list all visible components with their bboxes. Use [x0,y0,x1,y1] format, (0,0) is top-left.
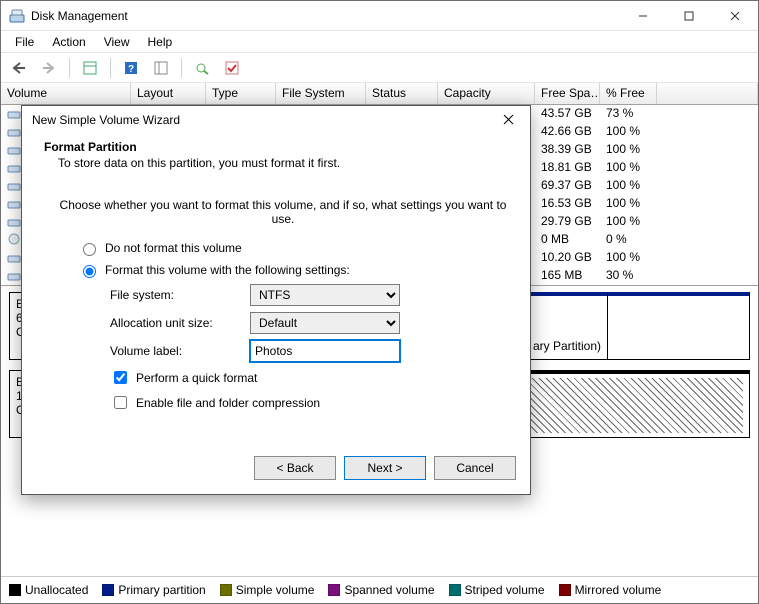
toolbar-help-icon[interactable]: ? [119,57,143,79]
legend-spanned: Spanned volume [328,583,434,597]
menu-view[interactable]: View [96,33,138,51]
window-title: Disk Management [31,9,620,23]
col-volume[interactable]: Volume [1,83,131,104]
back-button[interactable]: < Back [254,456,336,480]
quickformat-row[interactable]: Perform a quick format [110,368,508,387]
legend-swatch [559,584,571,596]
toolbar-separator [110,58,111,78]
radio-format-label: Format this volume with the following se… [105,263,350,277]
partition-status: ary Partition) [533,339,601,353]
svg-text:?: ? [128,64,134,75]
toolbar-layout-icon[interactable] [149,57,173,79]
radio-noformat[interactable]: Do not format this volume [78,240,508,256]
toolbar-separator [69,58,70,78]
legend-simple: Simple volume [220,583,315,597]
compression-label: Enable file and folder compression [136,396,320,410]
titlebar: Disk Management [1,1,758,31]
legend-swatch [102,584,114,596]
allocation-label: Allocation unit size: [110,316,250,330]
col-type[interactable]: Type [206,83,276,104]
maximize-button[interactable] [666,1,712,30]
col-freespace[interactable]: Free Spa… [535,83,600,104]
col-status[interactable]: Status [366,83,438,104]
radio-format[interactable]: Format this volume with the following se… [78,262,508,278]
legend-swatch [9,584,21,596]
legend-mirrored: Mirrored volume [559,583,662,597]
minimize-button[interactable] [620,1,666,30]
legend-striped: Striped volume [449,583,545,597]
dialog-instruction: Choose whether you want to format this v… [58,198,508,226]
toolbar-separator [181,58,182,78]
back-button[interactable] [7,57,31,79]
radio-format-input[interactable] [83,265,96,278]
radio-noformat-label: Do not format this volume [105,241,242,255]
volume-list-header: Volume Layout Type File System Status Ca… [1,83,758,105]
next-button[interactable]: Next > [344,456,426,480]
dialog-title: New Simple Volume Wizard [32,113,496,127]
dialog-heading: Format Partition [44,140,508,154]
window-buttons [620,1,758,30]
dialog-titlebar: New Simple Volume Wizard [22,106,530,134]
volumelabel-label: Volume label: [110,344,250,358]
dialog-close-button[interactable] [496,112,520,128]
cancel-button[interactable]: Cancel [434,456,516,480]
quickformat-label: Perform a quick format [136,371,257,385]
toolbar-view-icon[interactable] [78,57,102,79]
filesystem-label: File system: [110,288,250,302]
col-spacer [657,83,758,104]
compression-checkbox[interactable] [114,396,127,409]
allocation-select[interactable]: Default [250,312,400,334]
close-button[interactable] [712,1,758,30]
radio-noformat-input[interactable] [83,243,96,256]
allocation-row: Allocation unit size: Default [110,312,508,334]
filesystem-select[interactable]: NTFS [250,284,400,306]
legend-swatch [328,584,340,596]
volumelabel-row: Volume label: [110,340,508,362]
menu-file[interactable]: File [7,33,42,51]
col-pctfree[interactable]: % Free [600,83,657,104]
col-layout[interactable]: Layout [131,83,206,104]
legend-swatch [449,584,461,596]
legend: Unallocated Primary partition Simple vol… [1,576,758,603]
forward-button[interactable] [37,57,61,79]
quickformat-checkbox[interactable] [114,371,127,384]
toolbar: ? [1,53,758,83]
col-filesystem[interactable]: File System [276,83,366,104]
main-window: Disk Management File Action View Help ? … [0,0,759,604]
partition[interactable] [607,292,750,360]
menu-action[interactable]: Action [44,33,93,51]
legend-primary: Primary partition [102,583,205,597]
dialog-body: Format Partition To store data on this p… [22,134,530,446]
compression-row[interactable]: Enable file and folder compression [110,393,508,412]
col-capacity[interactable]: Capacity [438,83,535,104]
toolbar-check-icon[interactable] [220,57,244,79]
dialog-buttons: < Back Next > Cancel [22,446,530,494]
new-volume-wizard-dialog: New Simple Volume Wizard Format Partitio… [21,105,531,495]
legend-swatch [220,584,232,596]
menubar: File Action View Help [1,31,758,53]
app-icon [9,8,25,24]
filesystem-row: File system: NTFS [110,284,508,306]
dialog-subheading: To store data on this partition, you mus… [58,156,508,170]
volumelabel-input[interactable] [250,340,400,362]
toolbar-refresh-icon[interactable] [190,57,214,79]
menu-help[interactable]: Help [140,33,181,51]
legend-unallocated: Unallocated [9,583,88,597]
